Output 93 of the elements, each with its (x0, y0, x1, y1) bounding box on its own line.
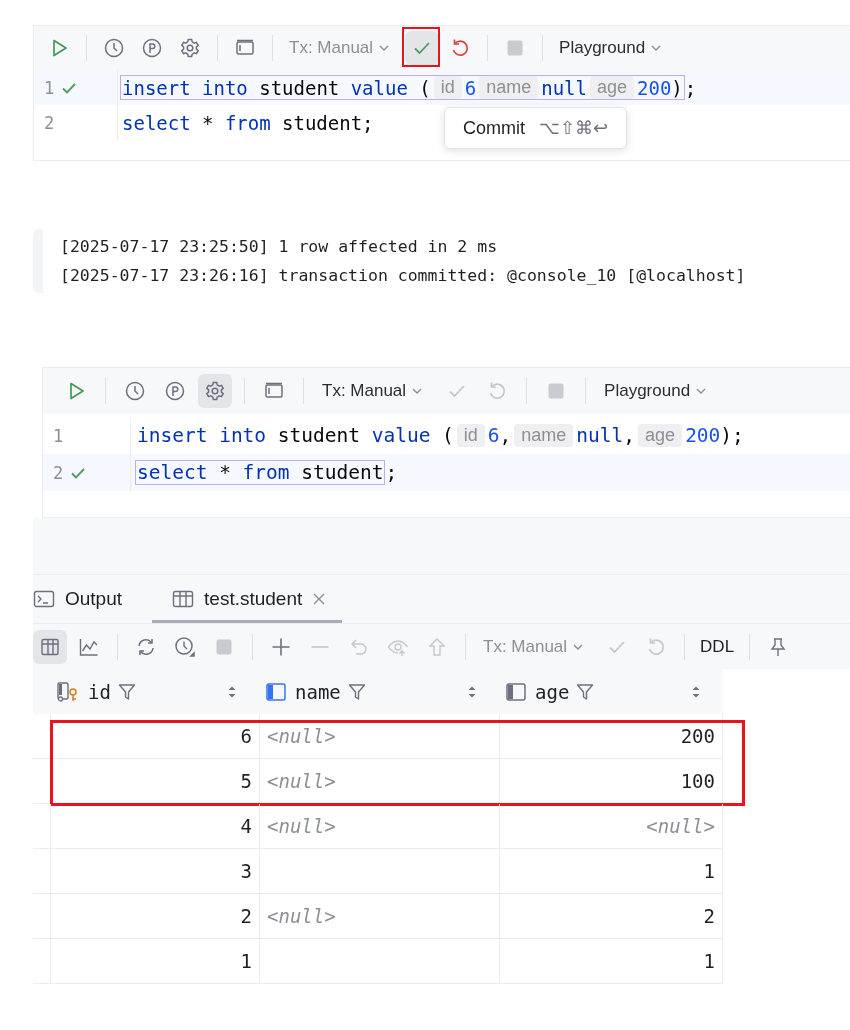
code-token: 6 (464, 76, 477, 99)
keyboard-shortcut: ⌥⇧⌘↩ (539, 117, 608, 139)
code-token: ; (362, 111, 374, 134)
table-cell: 5 (240, 770, 252, 792)
code-token: student (282, 111, 363, 134)
code-token: student (301, 461, 384, 484)
code-token: from (242, 461, 291, 484)
table-cell: 3 (240, 860, 252, 882)
code-token: 200 (637, 76, 672, 99)
table-cell: <null> (267, 725, 336, 747)
table-cell: 200 (680, 725, 715, 747)
line-number: 1 (53, 425, 64, 446)
filter-icon[interactable] (575, 681, 596, 702)
table-cell: 1 (703, 860, 715, 882)
filter-icon[interactable] (346, 681, 367, 702)
code-token: into (202, 76, 249, 99)
table-icon (172, 588, 195, 609)
code-token: , (623, 424, 636, 447)
code-token: student (259, 76, 341, 99)
code-token: student (277, 424, 361, 447)
table-cell: 6 (240, 725, 252, 747)
code-token: ; (684, 76, 697, 99)
table-cell: 100 (680, 770, 715, 792)
line-number: 2 (44, 112, 55, 133)
code-token: select (122, 111, 192, 134)
column-name: age (535, 680, 570, 703)
code-token: ); (720, 424, 744, 447)
code-token: select (137, 461, 209, 484)
code-token: null (541, 76, 587, 99)
parameter-hint: name (514, 424, 574, 447)
up-arrow-icon (426, 635, 448, 658)
code-token: * (219, 461, 232, 484)
line-number: 1 (44, 77, 55, 98)
code-token: insert (137, 424, 209, 447)
column-icon (505, 680, 529, 703)
table-cell: <null> (267, 815, 336, 837)
p-circle-icon (141, 37, 163, 59)
table-cell: 4 (240, 815, 252, 837)
table-button[interactable] (33, 629, 67, 664)
parameter-hint: age (589, 76, 634, 99)
code-token: 200 (685, 424, 721, 447)
tooltip-label: Commit (463, 117, 525, 139)
table-cell: 1 (240, 950, 252, 972)
column-name: id (88, 680, 111, 703)
clock-icon (124, 380, 146, 402)
code-token: , (499, 424, 512, 447)
code-token: * (202, 111, 215, 134)
filter-icon[interactable] (116, 681, 137, 702)
ddl-button[interactable]: DDL (696, 636, 739, 657)
console-line: [2025-07-17 23:25:50] 1 row affected in 2 ms (60, 236, 499, 258)
column-header[interactable]: id (50, 669, 259, 714)
table-cell: 1 (703, 950, 715, 972)
column-icon (265, 680, 289, 703)
settings-icon (204, 380, 226, 402)
console-line: [2025-07-17 23:26:16] transaction committed: @console_10 [@localhost] (60, 265, 747, 287)
parameter-hint: age (638, 424, 683, 447)
clock-icon (103, 37, 125, 59)
minus-icon (309, 644, 331, 649)
code-token: ( (442, 424, 454, 447)
code-token: value (371, 424, 432, 447)
dropdown[interactable]: Playground (598, 381, 719, 401)
code-token: insert (122, 76, 192, 99)
parameter-hint: id (456, 424, 485, 447)
close-icon[interactable] (312, 591, 327, 606)
code-token: from (224, 111, 272, 134)
code-token: value (350, 76, 409, 99)
code-token: into (219, 424, 268, 447)
settings-button[interactable] (198, 374, 232, 408)
result-tab[interactable]: Output (33, 577, 141, 623)
clock-icon (174, 635, 196, 658)
table-cell: <null> (267, 770, 336, 792)
check-button[interactable] (405, 31, 440, 65)
settings-icon (179, 37, 201, 59)
dropdown[interactable]: Tx: Manual (316, 381, 435, 401)
code-token: ( (419, 76, 431, 99)
parameter-hint: name (479, 76, 539, 99)
table-cell: <null> (646, 815, 715, 837)
terminal-icon (33, 588, 55, 609)
code-token: null (576, 424, 624, 447)
code-token: ) (671, 76, 683, 99)
line-number: 2 (53, 462, 64, 483)
dropdown[interactable]: Playground (553, 38, 674, 58)
table-cell: 2 (240, 905, 252, 927)
column-header[interactable]: name (259, 669, 499, 714)
column-name: name (295, 680, 341, 703)
parameter-hint: id (433, 76, 462, 99)
table-cell: <null> (267, 905, 336, 927)
table-cell: 2 (703, 905, 715, 927)
code-token: ; (385, 461, 398, 484)
p-circle-icon (164, 380, 186, 402)
column-header[interactable]: age (499, 669, 723, 714)
code-token: 6 (487, 424, 500, 447)
highlight-frame (402, 27, 441, 67)
